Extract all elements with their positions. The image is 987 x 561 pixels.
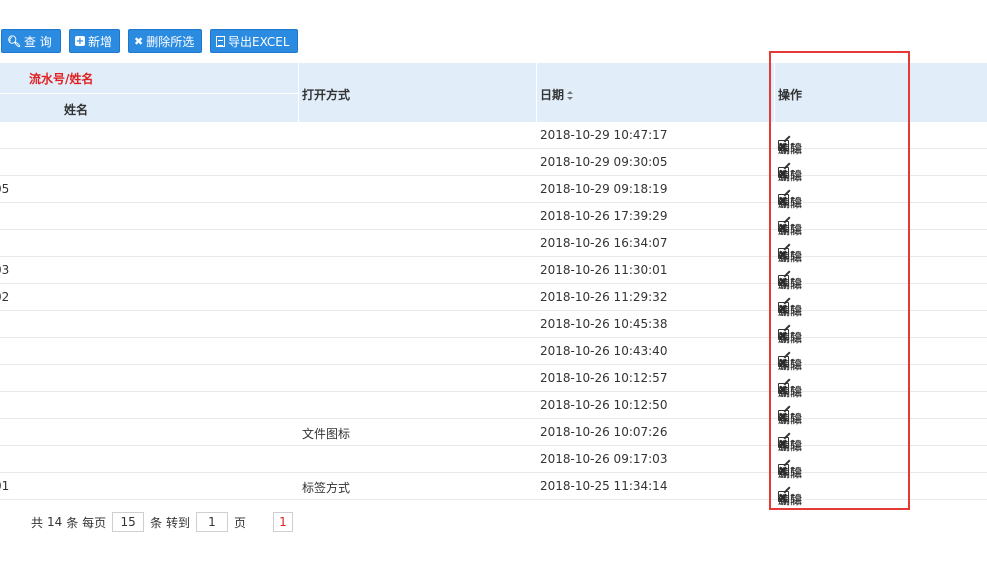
table-row[interactable]: 2018-10-26 16:34:07 编辑 ✖ 删除 bbox=[0, 230, 987, 264]
cell-open-method: 标签方式 bbox=[302, 481, 351, 495]
cell-date: 2018-10-26 10:12:57 bbox=[540, 371, 668, 385]
cell-serial: 01 bbox=[0, 479, 10, 493]
cell-date: 2018-10-26 11:30:01 bbox=[540, 263, 668, 277]
table-row[interactable]: 2018-10-26 09:17:03 编辑 ✖ 删除 bbox=[0, 446, 987, 480]
table-row[interactable]: 2018-10-29 09:30:05 编辑 ✖ 删除 bbox=[0, 149, 987, 183]
pager-total-prefix: 共 bbox=[31, 515, 44, 530]
cell-date: 2018-10-26 16:34:07 bbox=[540, 236, 668, 250]
header-separator bbox=[298, 63, 299, 122]
cell-date: 2018-10-26 10:43:40 bbox=[540, 344, 668, 358]
header-separator bbox=[536, 63, 537, 122]
cell-date: 2018-10-26 10:07:26 bbox=[540, 425, 668, 439]
goto-page-input[interactable]: 1 bbox=[195, 512, 228, 532]
cell-open-method: 文件图标 bbox=[302, 427, 351, 441]
table-row[interactable]: 022018-10-26 11:29:32编辑✖删除 bbox=[0, 284, 987, 318]
delete-selected-button[interactable]: ✖ 删除所选 bbox=[128, 29, 202, 53]
plus-icon: + bbox=[75, 35, 85, 47]
cell-date: 2018-10-26 17:39:29 bbox=[540, 209, 668, 223]
table-row[interactable]: 01标签方式2018-10-25 11:34:14编辑✖删除 bbox=[0, 473, 987, 507]
close-icon: ✖ bbox=[134, 34, 144, 48]
cell-date: 2018-10-29 09:18:19 bbox=[540, 182, 668, 196]
cell-date: 2018-10-26 10:12:50 bbox=[540, 398, 668, 412]
cell-date: 2018-10-26 11:29:32 bbox=[540, 290, 668, 304]
table-row[interactable]: 2018-10-29 10:47:17 编辑 ✖ 删除 bbox=[0, 122, 987, 156]
header-date[interactable]: 日期 bbox=[540, 86, 574, 103]
table-row[interactable]: 032018-10-26 11:30:01编辑✖删除 bbox=[0, 257, 987, 291]
pager-total-suffix: 条 每页 bbox=[66, 515, 107, 530]
pager-goto-prefix: 条 转到 bbox=[150, 515, 190, 530]
pager-total: 14 bbox=[47, 515, 63, 529]
table-row[interactable]: 2018-10-26 10:12:57 编辑 ✖ 删除 bbox=[0, 365, 987, 399]
sort-icon[interactable] bbox=[567, 91, 574, 100]
search-icon: 🔍︎ bbox=[7, 34, 21, 48]
cell-date: 2018-10-25 11:34:14 bbox=[540, 479, 668, 493]
table-row[interactable]: 052018-10-29 09:18:19编辑✖删除 bbox=[0, 176, 987, 210]
header-open-method: 打开方式 bbox=[302, 88, 351, 102]
table-row[interactable]: 文件图标 2018-10-26 10:07:26 编辑 ✖ 删除 bbox=[0, 419, 987, 453]
pager-goto-suffix: 页 bbox=[233, 515, 246, 530]
cell-date: 2018-10-26 10:45:38 bbox=[540, 317, 668, 331]
query-button[interactable]: 🔍︎ 查 询 bbox=[1, 29, 61, 53]
add-button[interactable]: + 新增 bbox=[69, 29, 120, 53]
cell-serial: 03 bbox=[0, 263, 10, 277]
cell-date: 2018-10-26 09:17:03 bbox=[540, 452, 668, 466]
table-row[interactable]: 2018-10-26 10:45:38 编辑 ✖ 删除 bbox=[0, 311, 987, 345]
cell-date: 2018-10-29 10:47:17 bbox=[540, 128, 668, 142]
pagination: 共 14 条 每页 15 条 转到 1 页 1 bbox=[31, 511, 293, 533]
table-row[interactable]: 2018-10-26 10:12:50 编辑 ✖ 删除 bbox=[0, 392, 987, 426]
export-excel-label: 导出EXCEL bbox=[228, 34, 290, 49]
table-row[interactable]: 2018-10-26 10:43:40 编辑 ✖ 删除 bbox=[0, 338, 987, 372]
delete-selected-label: 删除所选 bbox=[146, 34, 195, 49]
header-date-label: 日期 bbox=[540, 88, 565, 102]
page-link[interactable]: 1 bbox=[272, 512, 293, 532]
cell-date: 2018-10-29 09:30:05 bbox=[540, 155, 668, 169]
export-excel-button[interactable]: 导出EXCEL bbox=[210, 29, 298, 53]
header-serial-name[interactable]: 流水号/姓名 bbox=[29, 70, 93, 87]
query-button-label: 查 询 bbox=[23, 34, 52, 49]
delete-label: 删除 bbox=[778, 493, 803, 507]
cell-serial: 02 bbox=[0, 290, 10, 304]
header-actions: 操作 bbox=[778, 88, 803, 102]
document-icon bbox=[216, 35, 225, 47]
add-button-label: 新增 bbox=[88, 34, 113, 49]
table-row[interactable]: 2018-10-26 17:39:29 编辑 ✖ 删除 bbox=[0, 203, 987, 237]
per-page-input[interactable]: 15 bbox=[112, 512, 145, 532]
header-name[interactable]: 姓名 bbox=[64, 101, 88, 118]
cell-serial: 05 bbox=[0, 182, 10, 196]
header-separator bbox=[774, 63, 775, 122]
header-divider bbox=[0, 93, 298, 94]
